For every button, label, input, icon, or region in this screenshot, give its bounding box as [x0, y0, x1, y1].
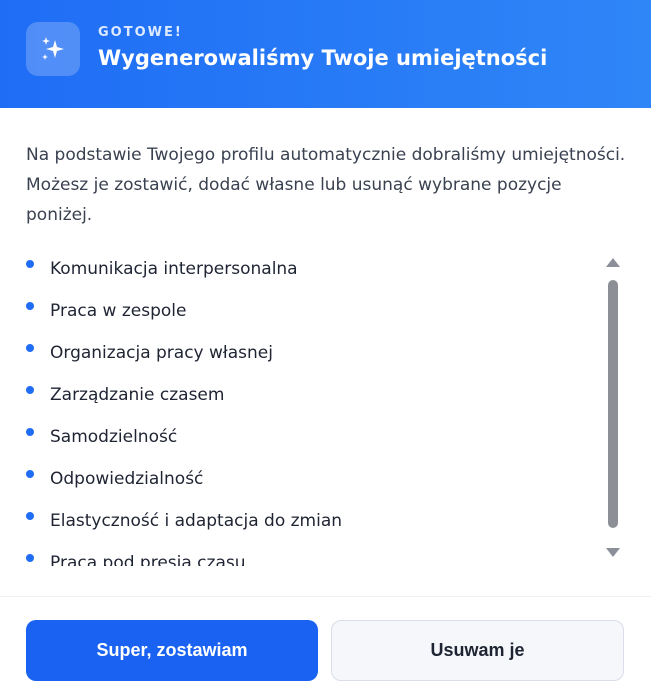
intro-text: Na podstawie Twojego profilu automatyczn… — [26, 145, 626, 225]
bullet-icon — [26, 386, 34, 394]
list-item: Organizacja pracy własnej — [26, 332, 586, 374]
scrollbar-thumb[interactable] — [608, 280, 618, 528]
skill-label: Komunikacja interpersonalna — [50, 259, 298, 279]
sparkles-icon — [42, 37, 64, 60]
footer-divider — [0, 596, 651, 597]
bullet-icon — [26, 470, 34, 478]
dialog-title: Wygenerowaliśmy Twoje umiejętności — [98, 46, 548, 70]
bullet-icon — [26, 512, 34, 520]
skill-label: Odpowiedzialność — [50, 469, 204, 489]
skill-label: Praca w zespole — [50, 301, 187, 321]
list-item: Komunikacja interpersonalna — [26, 248, 586, 290]
bullet-icon — [26, 344, 34, 352]
scroll-down-arrow-icon[interactable] — [606, 548, 620, 557]
bullet-icon — [26, 554, 34, 562]
keep-skills-button[interactable]: Super, zostawiam — [26, 620, 318, 681]
skills-list-viewport[interactable]: Komunikacja interpersonalna Praca w zesp… — [0, 248, 651, 566]
list-item: Zarządzanie czasem — [26, 374, 586, 416]
sparkles-badge — [26, 22, 80, 76]
remove-skills-button[interactable]: Usuwam je — [331, 620, 624, 681]
list-item: Samodzielność — [26, 416, 586, 458]
list-item: Odpowiedzialność — [26, 458, 586, 500]
skill-label: Samodzielność — [50, 427, 178, 447]
skill-label: Zarządzanie czasem — [50, 385, 225, 405]
bullet-icon — [26, 260, 34, 268]
list-item: Praca w zespole — [26, 290, 586, 332]
dialog-header: GOTOWE! Wygenerowaliśmy Twoje umiejętnoś… — [0, 0, 651, 108]
status-eyebrow: GOTOWE! — [98, 25, 183, 40]
bullet-icon — [26, 428, 34, 436]
skill-label: Elastyczność i adaptacja do zmian — [50, 511, 343, 531]
list-item: Praca pod presją czasu — [26, 542, 586, 566]
skill-label: Organizacja pracy własnej — [50, 343, 273, 363]
scroll-up-arrow-icon[interactable] — [606, 258, 620, 267]
skills-list: Komunikacja interpersonalna Praca w zesp… — [26, 248, 586, 566]
list-item: Elastyczność i adaptacja do zmian — [26, 500, 586, 542]
bullet-icon — [26, 302, 34, 310]
skill-label: Praca pod presją czasu — [50, 553, 246, 566]
